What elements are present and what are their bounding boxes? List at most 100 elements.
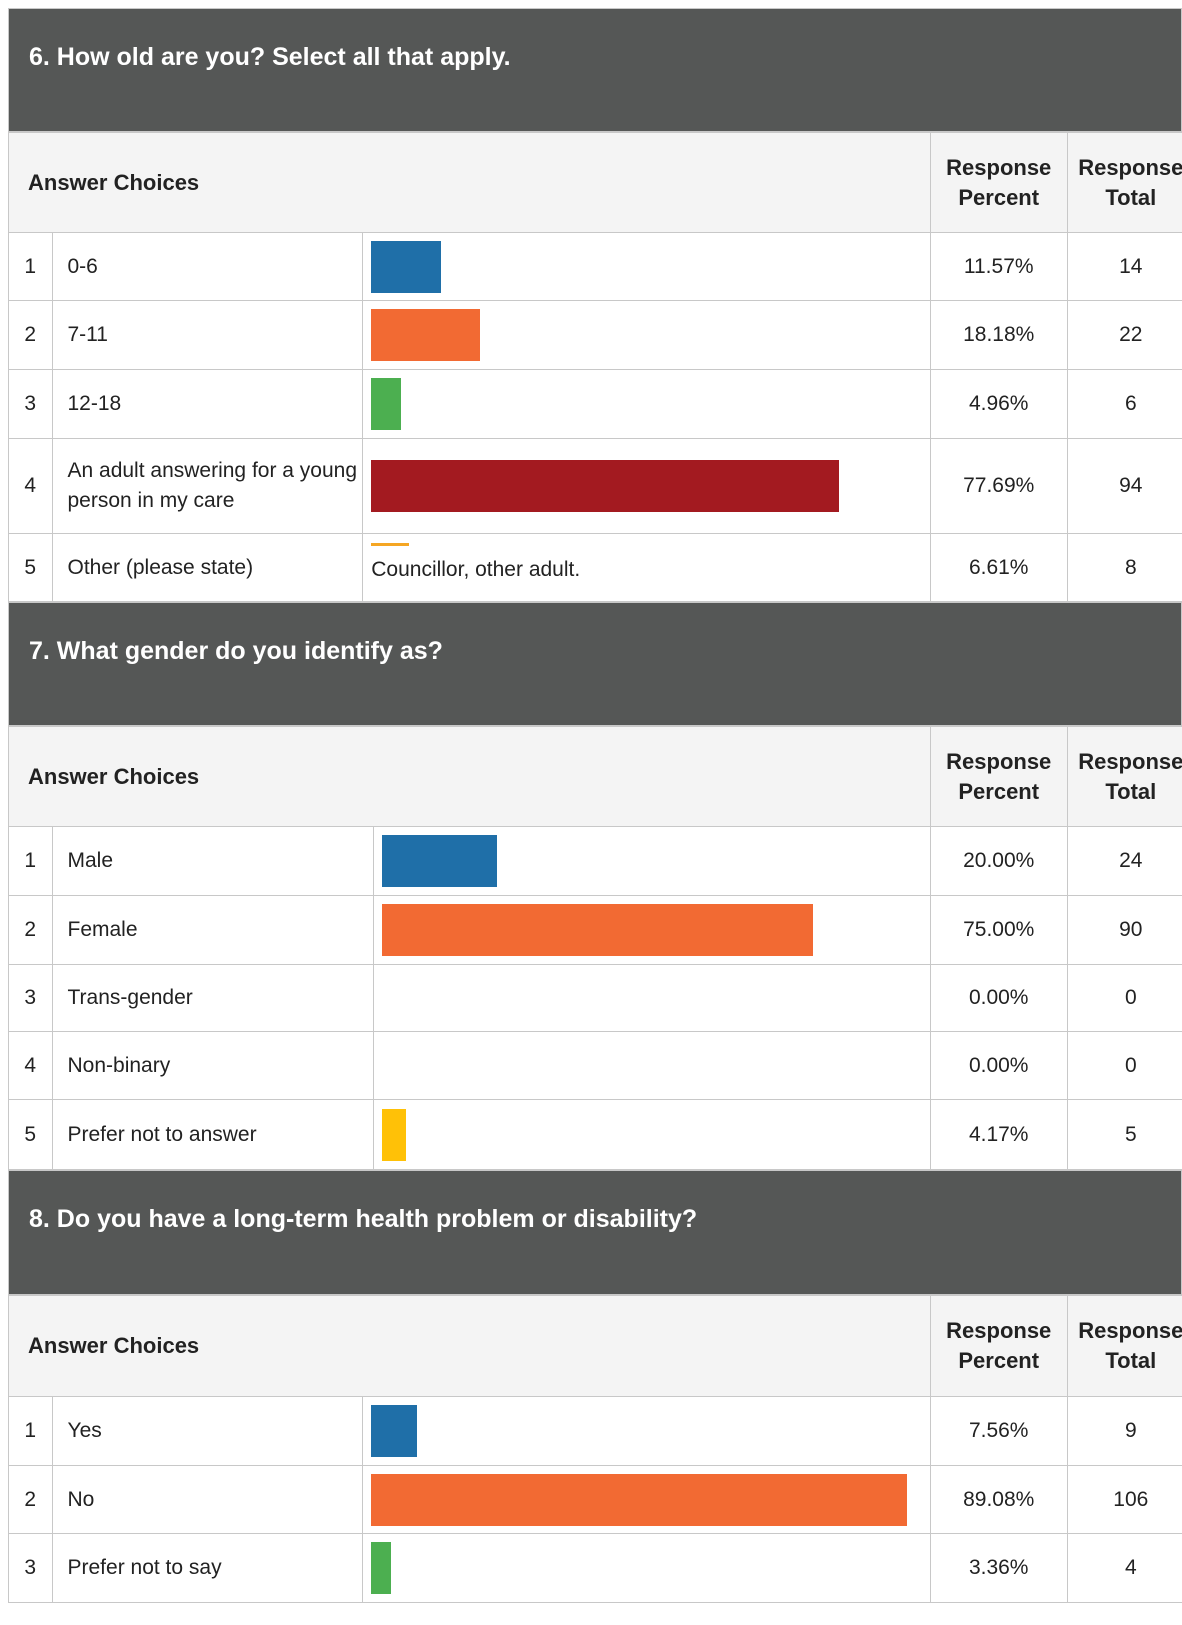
table-row: 4 Non-binary 0.00% 0 — [8, 1031, 1182, 1100]
response-bar — [371, 378, 402, 430]
answer-label: No — [51, 1465, 364, 1534]
row-number: 3 — [8, 964, 53, 1032]
table-row: 3 Prefer not to say 3.36% 4 — [8, 1533, 1182, 1603]
question-section: 6. How old are you? Select all that appl… — [8, 8, 1182, 602]
response-percent: 6.61% — [929, 533, 1068, 602]
response-percent-heading-line1: Response — [946, 1318, 1052, 1343]
bar-cell — [372, 826, 931, 896]
response-percent: 18.18% — [929, 300, 1068, 370]
table-row: 1 Male 20.00% 24 — [8, 826, 1182, 896]
answer-label: Trans-gender — [51, 964, 374, 1032]
question-title-bar: 6. How old are you? Select all that appl… — [8, 8, 1182, 132]
answer-label: Male — [51, 826, 374, 896]
row-number: 4 — [8, 438, 53, 534]
response-total-heading-line1: Response — [1078, 748, 1182, 774]
answer-table: Answer Choices Response Percent Response Tot… — [8, 1295, 1182, 1603]
table-row: 3 Trans-gender 0.00% 0 — [8, 964, 1182, 1032]
response-total-heading: Response Total — [1066, 132, 1182, 233]
response-bar — [371, 309, 481, 361]
response-total: 9 — [1066, 1396, 1182, 1466]
answer-choices-heading: Answer Choices — [8, 726, 931, 827]
response-total-heading: Response Total — [1066, 726, 1182, 827]
response-percent: 4.17% — [929, 1099, 1068, 1170]
response-total: 94 — [1066, 438, 1182, 534]
other-response-text: Councillor, other adult. — [371, 557, 581, 581]
response-total: 14 — [1066, 232, 1182, 301]
answer-label: Female — [51, 895, 374, 965]
response-bar — [371, 240, 442, 293]
table-header-row: Answer Choices Response Percent Response Tot… — [8, 726, 1182, 827]
response-total-heading-line2: Total — [1105, 184, 1157, 210]
response-percent: 75.00% — [929, 895, 1068, 965]
response-total: 8 — [1066, 533, 1182, 602]
response-bar — [381, 1108, 406, 1161]
response-total: 106 — [1066, 1465, 1182, 1534]
answer-choices-heading: Answer Choices — [8, 132, 931, 233]
row-number: 3 — [8, 369, 53, 439]
response-percent: 3.36% — [929, 1533, 1068, 1603]
response-total-heading-line2: Total — [1105, 1348, 1157, 1373]
response-bar — [381, 835, 497, 887]
response-percent-heading-line2: Percent — [958, 1348, 1040, 1373]
bar-cell — [372, 1031, 931, 1100]
response-percent-heading-line2: Percent — [958, 184, 1040, 210]
response-bar — [371, 543, 410, 546]
answer-table: Answer Choices Response Percent Response Tot… — [8, 132, 1182, 602]
row-number: 2 — [8, 300, 53, 370]
table-row: 4 An adult answering for a young person i… — [8, 438, 1182, 534]
table-row: 2 Female 75.00% 90 — [8, 895, 1182, 965]
row-number: 1 — [8, 826, 53, 896]
response-total: 6 — [1066, 369, 1182, 439]
table-row: 5 Other (please state) Councillor, other a… — [8, 533, 1182, 602]
table-header-row: Answer Choices Response Percent Response Tot… — [8, 132, 1182, 233]
table-row: 2 No 89.08% 106 — [8, 1465, 1182, 1534]
response-total-heading: Response Total — [1066, 1295, 1182, 1397]
response-percent: 0.00% — [929, 964, 1068, 1032]
table-header-row: Answer Choices Response Percent Response Tot… — [8, 1295, 1182, 1397]
answer-label: Non-binary — [51, 1031, 374, 1100]
bar-cell — [372, 964, 931, 1032]
answer-table: Answer Choices Response Percent Response Tot… — [8, 726, 1182, 1170]
bar-cell — [362, 1396, 931, 1466]
response-bar — [371, 1542, 392, 1594]
response-percent-heading: Response Percent — [929, 1295, 1068, 1397]
question-section: 8. Do you have a long-term health proble… — [8, 1170, 1182, 1603]
answer-label: Other (please state) — [51, 533, 364, 602]
response-total-heading-line1: Response — [1078, 154, 1182, 180]
table-row: 2 7-11 18.18% 22 — [8, 300, 1182, 370]
bar-cell: Councillor, other adult. — [362, 533, 931, 602]
row-number: 5 — [8, 1099, 53, 1170]
table-row: 3 12-18 4.96% 6 — [8, 369, 1182, 439]
bar-cell — [362, 438, 931, 534]
question-title: 6. How old are you? Select all that appl… — [29, 43, 511, 71]
table-row: 1 0-6 11.57% 14 — [8, 232, 1182, 301]
response-total-heading-line2: Total — [1105, 778, 1157, 804]
response-bar — [371, 1473, 908, 1526]
question-title-bar: 7. What gender do you identify as? — [8, 602, 1182, 726]
question-title-bar: 8. Do you have a long-term health proble… — [8, 1170, 1182, 1295]
answer-label: Yes — [51, 1396, 364, 1466]
response-percent: 4.96% — [929, 369, 1068, 439]
question-title: 7. What gender do you identify as? — [29, 637, 443, 665]
row-number: 3 — [8, 1533, 53, 1603]
response-percent-heading-line1: Response — [946, 748, 1052, 774]
response-total: 0 — [1066, 1031, 1182, 1100]
response-percent: 0.00% — [929, 1031, 1068, 1100]
row-number: 1 — [8, 1396, 53, 1466]
bar-cell — [362, 369, 931, 439]
response-bar — [381, 904, 813, 956]
row-number: 2 — [8, 1465, 53, 1534]
bar-cell — [362, 1533, 931, 1603]
response-total-heading-line1: Response — [1078, 1318, 1182, 1343]
answer-label: Prefer not to answer — [51, 1099, 374, 1170]
bar-cell — [372, 1099, 931, 1170]
response-bar — [371, 1405, 418, 1457]
bar-cell — [362, 232, 931, 301]
answer-label: 7-11 — [51, 300, 364, 370]
survey-results-page: 6. How old are you? Select all that appl… — [8, 8, 1182, 1603]
response-total: 90 — [1066, 895, 1182, 965]
response-total: 22 — [1066, 300, 1182, 370]
response-percent: 20.00% — [929, 826, 1068, 896]
response-total: 0 — [1066, 964, 1182, 1032]
response-total: 4 — [1066, 1533, 1182, 1603]
